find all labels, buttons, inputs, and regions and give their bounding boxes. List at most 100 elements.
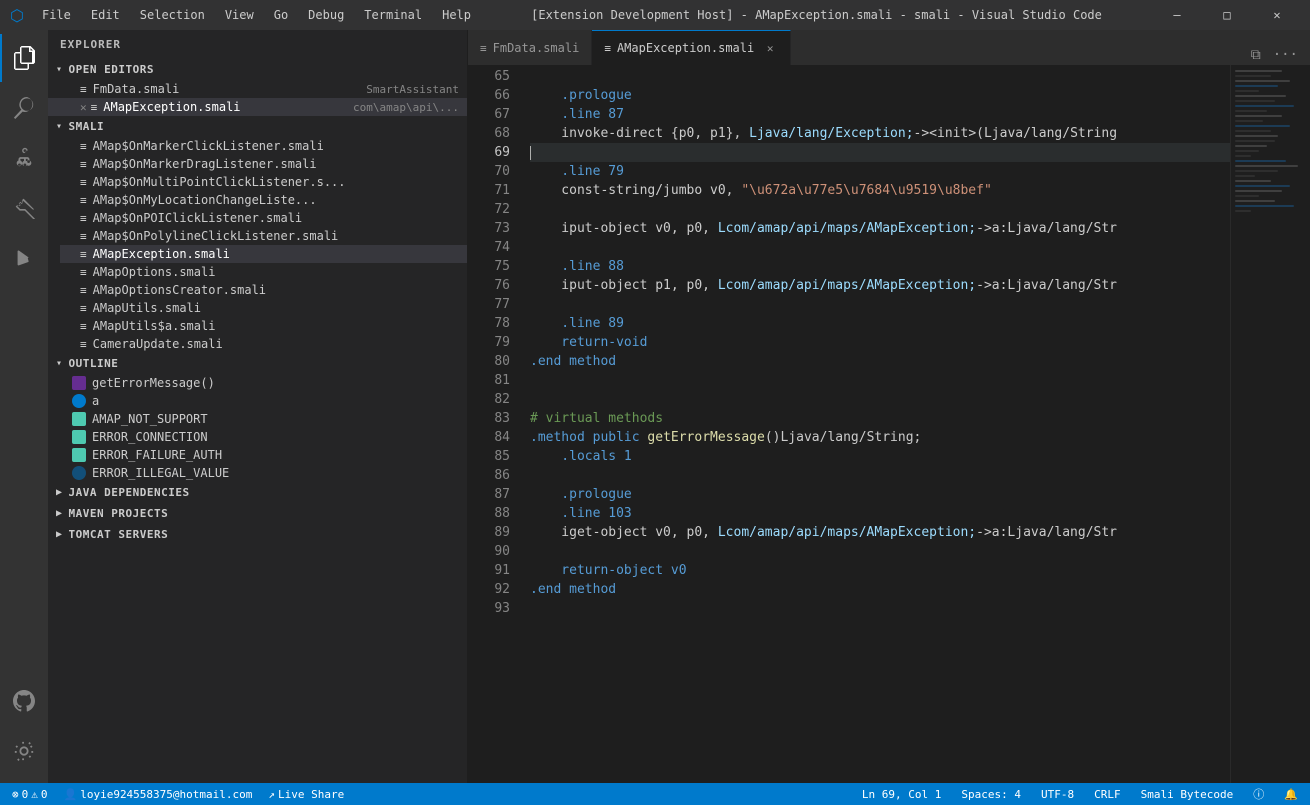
status-encoding[interactable]: UTF-8 [1037, 783, 1078, 805]
status-user[interactable]: 👤 loyie924558375@hotmail.com [60, 783, 257, 805]
token: .line 89 [530, 314, 624, 333]
token: .end method [530, 352, 616, 371]
token: .line 79 [530, 162, 624, 181]
smali-file-0[interactable]: ≡ AMap$OnMarkerClickListener.smali [60, 137, 467, 155]
smali-file-11[interactable]: ≡ CameraUpdate.smali [60, 335, 467, 353]
close-button[interactable]: ✕ [1254, 0, 1300, 30]
status-liveshare[interactable]: ↗ Live Share [264, 783, 348, 805]
menu-file[interactable]: File [34, 6, 79, 24]
status-bar: ⊗ 0 ⚠ 0 👤 loyie924558375@hotmail.com ↗ L… [0, 783, 1310, 805]
token: iget-object v0, p0, [530, 523, 718, 542]
status-position[interactable]: Ln 69, Col 1 [858, 783, 945, 805]
token: ()Ljava/lang/String; [765, 428, 922, 447]
activity-bottom [0, 677, 48, 783]
smali-file-3[interactable]: ≡ AMap$OnMyLocationChangeListe... [60, 191, 467, 209]
open-editors-section[interactable]: ▾ OPEN EDITORS [48, 59, 467, 80]
code-line-73: iput-object v0, p0, Lcom/amap/api/maps/A… [530, 219, 1230, 238]
java-deps-section[interactable]: ▶ JAVA DEPENDENCIES [48, 482, 467, 503]
status-language[interactable]: Smali Bytecode [1137, 783, 1238, 805]
smali-file-1[interactable]: ≡ AMap$OnMarkerDragListener.smali [60, 155, 467, 173]
token: ->a:Ljava/lang/Str [976, 276, 1117, 295]
maximize-button[interactable]: □ [1204, 0, 1250, 30]
code-line-69 [530, 143, 1230, 162]
token: .line 87 [530, 105, 624, 124]
code-line-66: .prologue [530, 86, 1230, 105]
outline-item-3[interactable]: ERROR_CONNECTION [48, 428, 467, 446]
outline-item-5[interactable]: ERROR_ILLEGAL_VALUE [48, 464, 467, 482]
smali-filename: AMap$OnMarkerClickListener.smali [93, 139, 324, 153]
field-icon [72, 394, 86, 408]
menu-selection[interactable]: Selection [132, 6, 213, 24]
activity-settings[interactable] [0, 727, 48, 775]
tomcat-section[interactable]: ▶ TOMCAT SERVERS [48, 524, 467, 545]
menu-go[interactable]: Go [266, 6, 296, 24]
line-num-70: 70 [468, 162, 510, 181]
enum-icon-3 [72, 448, 86, 462]
outline-item-0[interactable]: getErrorMessage() [48, 374, 467, 392]
token: invoke-direct {p0, p1}, [530, 124, 749, 143]
smali-filename: AMapUtils.smali [93, 301, 201, 315]
code-line-76: iput-object p1, p0, Lcom/amap/api/maps/A… [530, 276, 1230, 295]
line-num-83: 83 [468, 409, 510, 428]
status-errors[interactable]: ⊗ 0 ⚠ 0 [8, 783, 52, 805]
activity-extensions[interactable] [0, 184, 48, 232]
sidebar: EXPLORER ▾ OPEN EDITORS ≡ FmData.smali S… [48, 30, 468, 783]
menu-help[interactable]: Help [434, 6, 479, 24]
smali-file-10[interactable]: ≡ AMapUtils$a.smali [60, 317, 467, 335]
smali-file-9[interactable]: ≡ AMapUtils.smali [60, 299, 467, 317]
close-editor-icon[interactable]: ✕ [80, 101, 87, 114]
line-num-85: 85 [468, 447, 510, 466]
outline-item-4[interactable]: ERROR_FAILURE_AUTH [48, 446, 467, 464]
smali-file-4[interactable]: ≡ AMap$OnPOIClickListener.smali [60, 209, 467, 227]
menu-edit[interactable]: Edit [83, 6, 128, 24]
code-line-86 [530, 466, 1230, 485]
status-info[interactable]: ⓘ [1249, 783, 1268, 805]
status-spaces[interactable]: Spaces: 4 [957, 783, 1025, 805]
eol-text: CRLF [1094, 788, 1121, 801]
smali-file-7[interactable]: ≡ AMapOptions.smali [60, 263, 467, 281]
line-num-81: 81 [468, 371, 510, 390]
maven-section[interactable]: ▶ MAVEN PROJECTS [48, 503, 467, 524]
tab-close-amapexception[interactable]: ✕ [762, 40, 778, 56]
activity-explorer[interactable] [0, 34, 48, 82]
activity-remote[interactable] [0, 677, 48, 725]
outline-item-1[interactable]: a [48, 392, 467, 410]
tab-amapexception[interactable]: ≡ AMapException.smali ✕ [592, 30, 791, 65]
menu-view[interactable]: View [217, 6, 262, 24]
open-editor-amapexception[interactable]: ✕ ≡ AMapException.smali com\amap\api\... [48, 98, 467, 116]
tab-fmdata[interactable]: ≡ FmData.smali [468, 30, 592, 65]
cursor [530, 146, 531, 160]
activity-scm[interactable] [0, 134, 48, 182]
java-deps-label: JAVA DEPENDENCIES [69, 486, 190, 499]
code-editor[interactable]: 65 66 67 68 69 70 71 72 73 74 75 76 77 7… [468, 65, 1310, 783]
activity-run[interactable] [0, 234, 48, 282]
smali-file-5[interactable]: ≡ AMap$OnPolylineClickListener.smali [60, 227, 467, 245]
smali-filename: AMap$OnPolylineClickListener.smali [93, 229, 339, 243]
smali-arrow: ▾ [56, 121, 63, 132]
outline-item-2[interactable]: AMAP_NOT_SUPPORT [48, 410, 467, 428]
status-bell[interactable]: 🔔 [1280, 783, 1302, 805]
smali-filename: AMap$OnPOIClickListener.smali [93, 211, 303, 225]
menu-terminal[interactable]: Terminal [356, 6, 430, 24]
split-editor-button[interactable]: ⧉ [1247, 45, 1265, 65]
java-deps-arrow: ▶ [56, 487, 63, 498]
open-editor-fmdata[interactable]: ≡ FmData.smali SmartAssistant [48, 80, 467, 98]
tab-bar: ≡ FmData.smali ≡ AMapException.smali ✕ ⧉… [468, 30, 1310, 65]
language-text: Smali Bytecode [1141, 788, 1234, 801]
menu-debug[interactable]: Debug [300, 6, 352, 24]
smali-file-8[interactable]: ≡ AMapOptionsCreator.smali [60, 281, 467, 299]
outline-name-0: getErrorMessage() [92, 376, 215, 390]
outline-section-header[interactable]: ▾ OUTLINE [48, 353, 467, 374]
more-actions-button[interactable]: ··· [1269, 45, 1302, 65]
smali-file-6[interactable]: ≡ AMapException.smali [60, 245, 467, 263]
smali-file-2[interactable]: ≡ AMap$OnMultiPointClickListener.s... [60, 173, 467, 191]
activity-search[interactable] [0, 84, 48, 132]
smali-section-header[interactable]: ▾ SMALI [48, 116, 467, 137]
editor-area: ≡ FmData.smali ≡ AMapException.smali ✕ ⧉… [468, 30, 1310, 783]
code-line-89: iget-object v0, p0, Lcom/amap/api/maps/A… [530, 523, 1230, 542]
status-eol[interactable]: CRLF [1090, 783, 1125, 805]
code-content[interactable]: .prologue .line 87 invoke-direct {p0, p1… [518, 65, 1230, 783]
minimize-button[interactable]: — [1154, 0, 1200, 30]
line-num-87: 87 [468, 485, 510, 504]
code-line-80: .end method [530, 352, 1230, 371]
